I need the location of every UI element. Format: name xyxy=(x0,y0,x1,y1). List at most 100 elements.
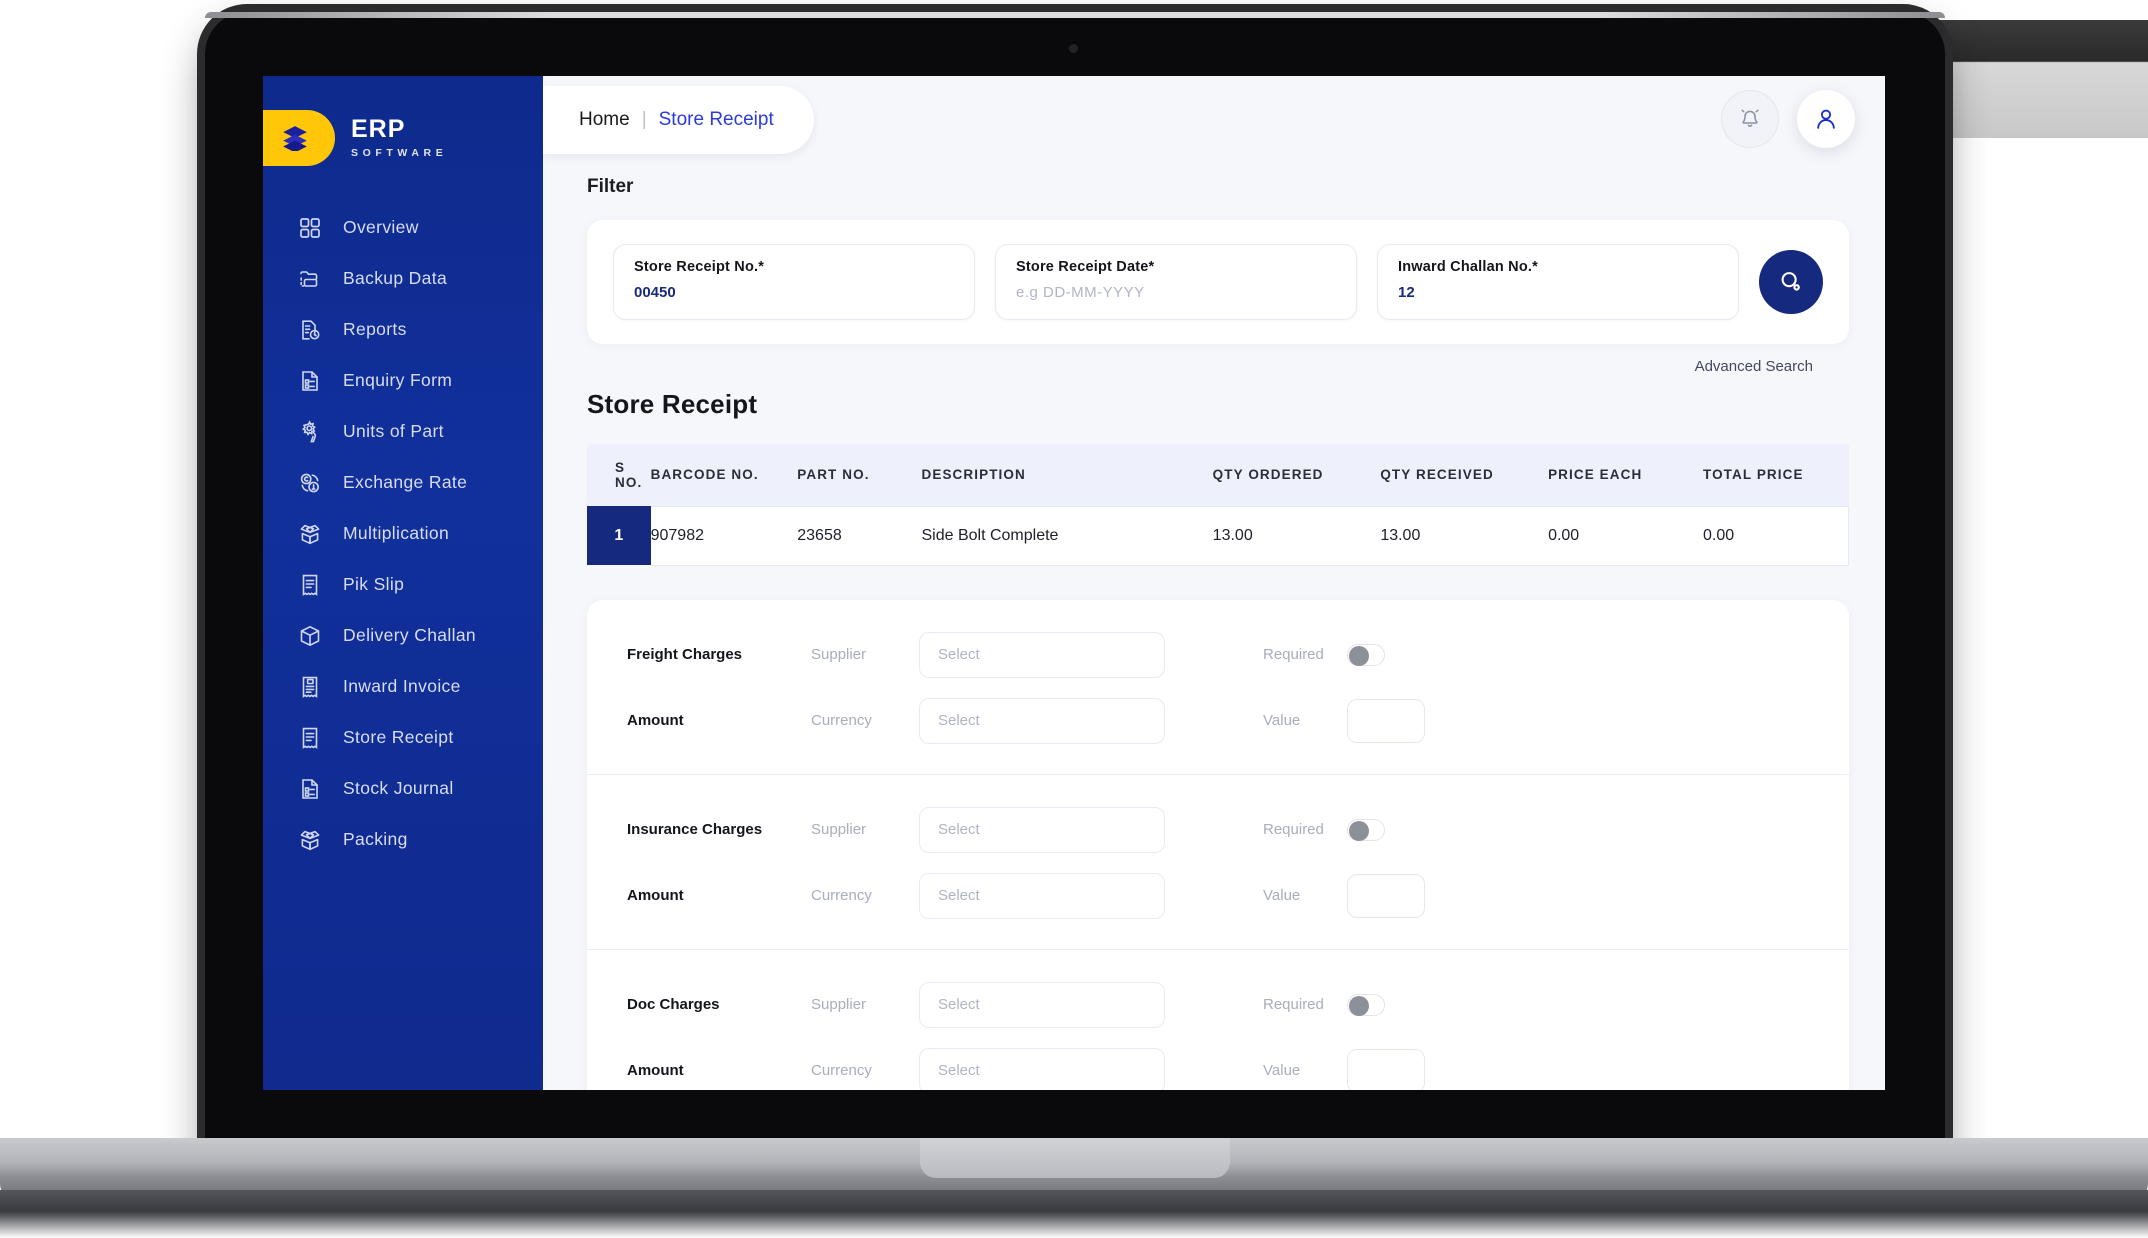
insurance-required-toggle[interactable] xyxy=(1347,818,1385,841)
breadcrumb-home[interactable]: Home xyxy=(579,109,630,131)
sidebar-item-store-receipt[interactable]: Store Receipt xyxy=(263,712,543,763)
freight-supplier-row: Freight Charges Supplier Select Required xyxy=(611,626,1819,684)
search-icon xyxy=(1781,272,1800,291)
breadcrumb-separator: | xyxy=(641,109,647,130)
charge-name-label: Doc Charges xyxy=(627,996,720,1013)
doc-currency-select[interactable]: Select xyxy=(919,1047,1165,1090)
cell-description: Side Bolt Complete xyxy=(921,505,1213,566)
advanced-search-link[interactable]: Advanced Search xyxy=(587,344,1849,375)
supplier-label: Supplier xyxy=(811,996,867,1013)
notification-button[interactable] xyxy=(1721,90,1779,148)
search-button[interactable] xyxy=(1759,250,1823,314)
breadcrumb-current[interactable]: Store Receipt xyxy=(659,109,774,131)
insurance-required-group: Required xyxy=(1263,818,1385,841)
charge-name-label: Insurance Charges xyxy=(627,821,763,838)
profile-button[interactable] xyxy=(1797,90,1855,148)
insurance-value-input[interactable] xyxy=(1347,873,1425,918)
app-logo[interactable]: ERP SOFTWARE xyxy=(263,110,543,166)
inward-challan-no-field[interactable]: Inward Challan No.* 12 xyxy=(1377,244,1739,320)
logo-title: ERP xyxy=(351,115,406,143)
background-decoration xyxy=(1930,20,2148,138)
sidebar-item-stock-journal[interactable]: Stock Journal xyxy=(263,763,543,814)
freight-currency-select[interactable]: Select xyxy=(919,697,1165,744)
filter-card: Store Receipt No.* 00450 Store Receipt D… xyxy=(587,220,1849,344)
required-label: Required xyxy=(1263,821,1324,838)
sidebar-item-packing[interactable]: Packing xyxy=(263,814,543,865)
value-label: Value xyxy=(1263,712,1301,729)
supplier-label: Supplier xyxy=(811,821,867,838)
sidebar: ERP SOFTWARE Overview Backup Data Report… xyxy=(263,76,543,1090)
topbar-actions xyxy=(1721,90,1855,148)
sidebar-item-label: Store Receipt xyxy=(343,727,454,747)
logo-badge xyxy=(263,110,335,166)
doc-amount-row: Amount Currency Select Value xyxy=(611,1042,1819,1090)
column-header-price-each: PRICE EACH xyxy=(1548,444,1703,506)
currency-label: Currency xyxy=(811,1062,872,1079)
table-header: S NO. BARCODE NO. PART NO. DESCRIPTION Q… xyxy=(587,444,1849,506)
freight-amount-row: Amount Currency Select Value xyxy=(611,692,1819,750)
column-header-qty-ordered: QTY ORDERED xyxy=(1212,444,1381,506)
cell-qty-ordered: 13.00 xyxy=(1212,505,1381,566)
grid-icon xyxy=(297,215,323,241)
sidebar-item-label: Packing xyxy=(343,829,408,849)
amount-label: Amount xyxy=(627,887,684,904)
store-receipt-no-field[interactable]: Store Receipt No.* 00450 xyxy=(613,244,975,320)
insurance-amount-row: Amount Currency Select Value xyxy=(611,867,1819,925)
table-body: 1 907982 23658 Side Bolt Complete 13.00 … xyxy=(587,505,1849,566)
doc-value-group: Value xyxy=(1263,1048,1425,1090)
bell-icon xyxy=(1741,109,1759,127)
store-receipt-table-section: Store Receipt S NO. BARCODE NO. PART NO.… xyxy=(543,375,1885,566)
required-label: Required xyxy=(1263,646,1324,663)
sidebar-item-overview[interactable]: Overview xyxy=(263,202,543,253)
cell-barcode-no: 907982 xyxy=(650,505,798,566)
insurance-currency-select[interactable]: Select xyxy=(919,872,1165,919)
currency-exchange-icon xyxy=(297,470,323,496)
sidebar-item-enquiry-form[interactable]: Enquiry Form xyxy=(263,355,543,406)
report-clock-icon xyxy=(297,317,323,343)
sidebar-item-multiplication[interactable]: Multiplication xyxy=(263,508,543,559)
sidebar-item-inward-invoice[interactable]: Inward Invoice xyxy=(263,661,543,712)
sidebar-item-pik-slip[interactable]: Pik Slip xyxy=(263,559,543,610)
table-row[interactable]: 1 907982 23658 Side Bolt Complete 13.00 … xyxy=(587,505,1849,566)
freight-supplier-select[interactable]: Select xyxy=(919,631,1165,678)
sidebar-item-backup-data[interactable]: Backup Data xyxy=(263,253,543,304)
charges-card: Freight Charges Supplier Select Required… xyxy=(587,599,1849,1090)
doc-supplier-row: Doc Charges Supplier Select Required xyxy=(611,976,1819,1034)
doc-charges-block: Doc Charges Supplier Select Required Amo… xyxy=(587,948,1849,1090)
logo-text-block: ERP SOFTWARE xyxy=(351,115,447,160)
freight-value-input[interactable] xyxy=(1347,698,1425,743)
sidebar-item-reports[interactable]: Reports xyxy=(263,304,543,355)
open-box-icon xyxy=(297,827,323,853)
currency-label: Currency xyxy=(811,887,872,904)
breadcrumb: Home | Store Receipt xyxy=(543,86,814,154)
column-header-part-no: PART NO. xyxy=(797,444,922,506)
laptop-bezel-highlight xyxy=(205,12,1945,18)
sidebar-item-units-of-part[interactable]: Units of Part xyxy=(263,406,543,457)
sidebar-item-label: Units of Part xyxy=(343,421,444,441)
value-label: Value xyxy=(1263,887,1301,904)
sidebar-item-label: Inward Invoice xyxy=(343,676,461,696)
sidebar-item-exchange-rate[interactable]: Exchange Rate xyxy=(263,457,543,508)
column-header-barcode-no: BARCODE NO. xyxy=(650,444,798,506)
invoice-dollar-icon xyxy=(297,674,323,700)
field-placeholder: e.g DD-MM-YYYY xyxy=(1016,284,1145,301)
freight-required-group: Required xyxy=(1263,643,1385,666)
insurance-supplier-select[interactable]: Select xyxy=(919,806,1165,853)
application-screen: ERP SOFTWARE Overview Backup Data Report… xyxy=(263,76,1885,1090)
sidebar-item-label: Exchange Rate xyxy=(343,472,468,492)
doc-required-toggle[interactable] xyxy=(1347,993,1385,1016)
amount-label: Amount xyxy=(627,712,684,729)
sidebar-item-delivery-challan[interactable]: Delivery Challan xyxy=(263,610,543,661)
cell-qty-received: 13.00 xyxy=(1380,505,1549,566)
sidebar-item-label: Pik Slip xyxy=(343,574,405,594)
doc-supplier-select[interactable]: Select xyxy=(919,981,1165,1028)
table-header-row: S NO. BARCODE NO. PART NO. DESCRIPTION Q… xyxy=(587,444,1849,506)
doc-value-input[interactable] xyxy=(1347,1048,1425,1090)
cell-sno: 1 xyxy=(587,506,651,565)
sidebar-item-label: Delivery Challan xyxy=(343,625,477,645)
freight-value-group: Value xyxy=(1263,698,1425,743)
freight-required-toggle[interactable] xyxy=(1347,643,1385,666)
receipt-icon xyxy=(297,725,323,751)
store-receipt-date-field[interactable]: Store Receipt Date* e.g DD-MM-YYYY xyxy=(995,244,1357,320)
folder-backup-icon xyxy=(297,266,323,292)
